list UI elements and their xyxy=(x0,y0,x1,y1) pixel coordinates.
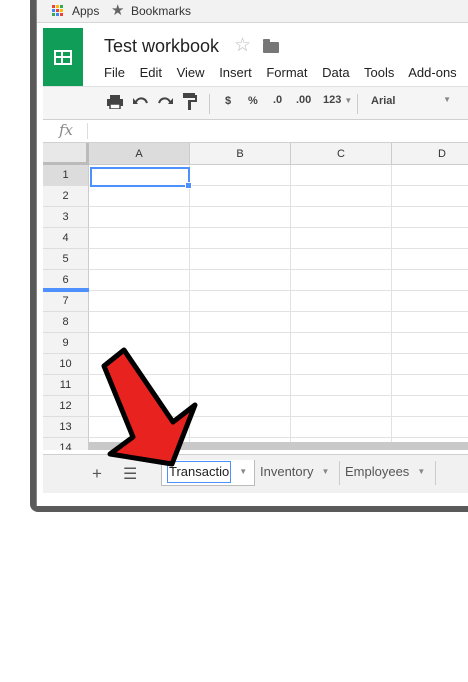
add-sheet-icon[interactable]: + xyxy=(92,464,102,484)
more-formats-label: 123 xyxy=(323,94,342,106)
font-select[interactable]: Arial ▼ xyxy=(363,92,455,112)
bookmarks-link[interactable]: Bookmarks xyxy=(131,4,191,18)
grid-line xyxy=(89,227,468,228)
tab-inventory[interactable]: Inventory ▼ xyxy=(260,460,340,486)
row-header[interactable]: 14 xyxy=(43,438,89,450)
currency-format-button[interactable]: $ xyxy=(225,95,231,107)
tab-divider xyxy=(435,461,436,485)
tab-label: Transactio xyxy=(167,461,232,483)
toolbar: $ % .0 .00 123 ▼ Arial ▼ xyxy=(43,86,468,120)
horizontal-scrollbar[interactable] xyxy=(89,442,468,450)
menu-tools[interactable]: Tools xyxy=(364,65,394,80)
folder-icon[interactable] xyxy=(263,39,279,53)
tab-label: Inventory xyxy=(260,464,314,479)
menu-view[interactable]: View xyxy=(177,65,205,80)
apps-grid-icon[interactable] xyxy=(52,5,64,17)
grid-line xyxy=(89,395,468,396)
print-icon[interactable] xyxy=(107,95,123,109)
column-header-a[interactable]: A xyxy=(89,143,190,165)
grid-line xyxy=(89,332,468,333)
increase-decimals-button[interactable]: .00 xyxy=(296,94,311,106)
grid-line xyxy=(89,290,468,291)
document-title[interactable]: Test workbook xyxy=(104,36,219,57)
row-header[interactable]: 11 xyxy=(43,375,89,396)
menu-insert[interactable]: Insert xyxy=(219,65,252,80)
apps-link[interactable]: Apps xyxy=(72,4,99,18)
spreadsheet-grid[interactable]: A B C D 1 2 3 4 5 6 7 8 9 10 11 12 13 14 xyxy=(43,143,468,450)
column-header-c[interactable]: C xyxy=(291,143,392,165)
select-all-corner[interactable] xyxy=(43,143,89,165)
browser-window: Apps ★ Bookmarks Test workbook ☆ File Ed… xyxy=(36,0,468,506)
grid-line xyxy=(391,165,392,450)
row-header[interactable]: 12 xyxy=(43,396,89,417)
grid-line xyxy=(89,206,468,207)
grid-line xyxy=(189,165,190,450)
grid-line xyxy=(290,165,291,450)
formula-bar: fx xyxy=(43,120,468,143)
grid-line xyxy=(89,269,468,270)
row-header[interactable]: 13 xyxy=(43,417,89,438)
column-header-b[interactable]: B xyxy=(190,143,291,165)
grid-line xyxy=(89,311,468,312)
row-header[interactable]: 7 xyxy=(43,291,89,312)
row-header[interactable]: 9 xyxy=(43,333,89,354)
fx-icon: fx xyxy=(59,121,74,139)
menu-addons[interactable]: Add-ons xyxy=(408,65,456,80)
bookmark-star-icon: ★ xyxy=(111,2,125,19)
menu-file[interactable]: File xyxy=(104,65,125,80)
tab-employees[interactable]: Employees ▼ xyxy=(345,460,435,486)
grid-line xyxy=(89,416,468,417)
tab-label: Employees xyxy=(345,464,410,479)
row-header[interactable]: 1 xyxy=(43,165,89,186)
sheets-logo[interactable] xyxy=(43,28,83,88)
row-header[interactable]: 10 xyxy=(43,354,89,375)
column-header-d[interactable]: D xyxy=(392,143,468,165)
toolbar-divider xyxy=(357,94,358,114)
formula-divider xyxy=(87,123,88,139)
all-sheets-icon[interactable]: ☰ xyxy=(123,464,137,484)
percent-format-button[interactable]: % xyxy=(248,95,258,107)
selected-cell-a1[interactable] xyxy=(90,167,192,189)
tab-divider xyxy=(339,461,340,485)
redo-icon[interactable] xyxy=(157,95,173,109)
freeze-handle[interactable] xyxy=(43,288,89,292)
spreadsheet-icon xyxy=(54,50,72,65)
row-header[interactable]: 8 xyxy=(43,312,89,333)
decrease-decimals-button[interactable]: .0 xyxy=(273,94,282,106)
grid-line xyxy=(89,248,468,249)
menu-format[interactable]: Format xyxy=(266,65,307,80)
chevron-down-icon: ▼ xyxy=(344,96,353,105)
star-icon[interactable]: ☆ xyxy=(234,34,251,57)
bookmarks-bar: Apps ★ Bookmarks xyxy=(37,0,468,23)
menu-bar: File Edit View Insert Format Data Tools … xyxy=(104,65,468,80)
row-header[interactable]: 5 xyxy=(43,249,89,270)
chevron-down-icon[interactable]: ▼ xyxy=(321,467,329,476)
grid-line xyxy=(89,353,468,354)
menu-data[interactable]: Data xyxy=(322,65,349,80)
grid-line xyxy=(89,437,468,438)
paint-format-icon[interactable] xyxy=(183,93,197,111)
menu-edit[interactable]: Edit xyxy=(140,65,162,80)
sheet-tab-bar: + ☰ Transactio ▼ Inventory ▼ Employees ▼ xyxy=(43,454,468,493)
formula-input[interactable] xyxy=(93,122,467,140)
font-select-value: Arial xyxy=(371,95,396,107)
grid-line xyxy=(89,374,468,375)
more-formats-button[interactable]: 123 ▼ xyxy=(323,94,352,106)
chevron-down-icon[interactable]: ▼ xyxy=(417,467,425,476)
row-header[interactable]: 2 xyxy=(43,186,89,207)
row-header[interactable]: 3 xyxy=(43,207,89,228)
chevron-down-icon[interactable]: ▼ xyxy=(239,467,247,476)
row-header[interactable]: 4 xyxy=(43,228,89,249)
tab-transactions[interactable]: Transactio ▼ xyxy=(161,460,255,486)
chevron-down-icon: ▼ xyxy=(443,95,451,104)
undo-icon[interactable] xyxy=(133,95,149,109)
toolbar-divider xyxy=(209,94,210,114)
